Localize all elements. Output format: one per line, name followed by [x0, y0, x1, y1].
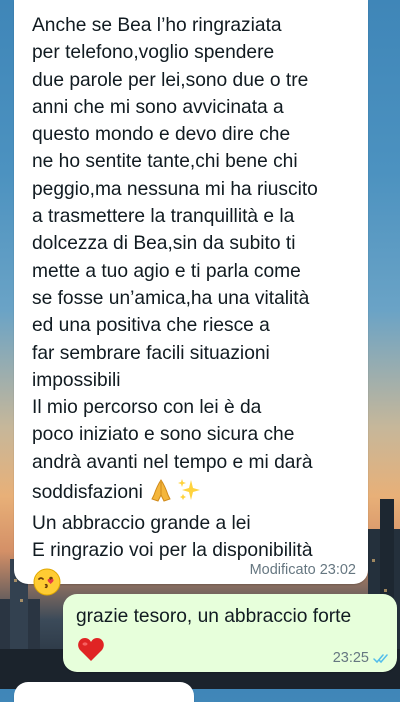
folded-hands-emoji	[151, 479, 171, 502]
message-line: questo mondo e devo dire che	[32, 124, 291, 146]
message-line: poco iniziato e sono sicura che	[32, 424, 295, 446]
message-line: Anche se Bea l’ho ringraziata	[32, 15, 282, 36]
message-line: impossibili	[32, 369, 121, 391]
incoming-message-text: Anche se Bea l’ho ringraziata per telefo…	[32, 12, 354, 565]
message-line: due parole per lei,sono due o tre	[32, 69, 309, 91]
red-heart-emoji	[78, 638, 104, 661]
message-line: Il mio percorso con lei è da	[32, 397, 262, 419]
face-blowing-kiss-emoji	[33, 568, 61, 596]
outgoing-message-bubble[interactable]: grazie tesoro, un abbraccio forte 23:25	[63, 594, 397, 672]
message-line: per telefono,voglio spendere	[32, 42, 275, 64]
message-line: a trasmettere la tranquillità e la	[32, 206, 295, 228]
outgoing-message-time: 23:25	[332, 650, 369, 666]
message-line: peggio,ma nessuna mi ha riuscito	[32, 178, 318, 200]
incoming-message-bubble[interactable]: Anche se Bea l’ho ringraziata per telefo…	[14, 0, 368, 596]
message-line: E ringrazio voi per la disponibilità	[32, 540, 313, 562]
incoming-message-status: Modificato 23:02	[249, 562, 356, 578]
double-check-read-icon	[373, 653, 388, 663]
message-line: anni che mi sono avvicinata a	[32, 96, 284, 118]
message-line: Un abbraccio grande a lei	[32, 513, 251, 535]
message-line: far sembrare facili situazioni	[32, 342, 270, 364]
message-line: se fosse un’amica,ha una vitalità	[32, 287, 310, 309]
message-line: dolcezza di Bea,sin da subito ti	[32, 233, 296, 255]
message-line: mette a tuo agio e ti parla come	[32, 260, 301, 282]
incoming-message-meta: Modificato 23:02	[250, 562, 356, 578]
message-line: ed una positiva che riesce a	[32, 315, 270, 337]
next-message-bubble	[14, 682, 194, 702]
outgoing-message-meta: 23:25	[333, 650, 389, 666]
message-line: andrà avanti nel tempo e mi darà	[32, 451, 313, 473]
message-line: ne ho sentite tante,chi bene chi	[32, 151, 298, 173]
message-line: soddisfazioni	[32, 482, 143, 504]
sparkles-emoji	[178, 479, 201, 501]
outgoing-message-text: grazie tesoro, un abbraccio forte	[76, 606, 352, 627]
